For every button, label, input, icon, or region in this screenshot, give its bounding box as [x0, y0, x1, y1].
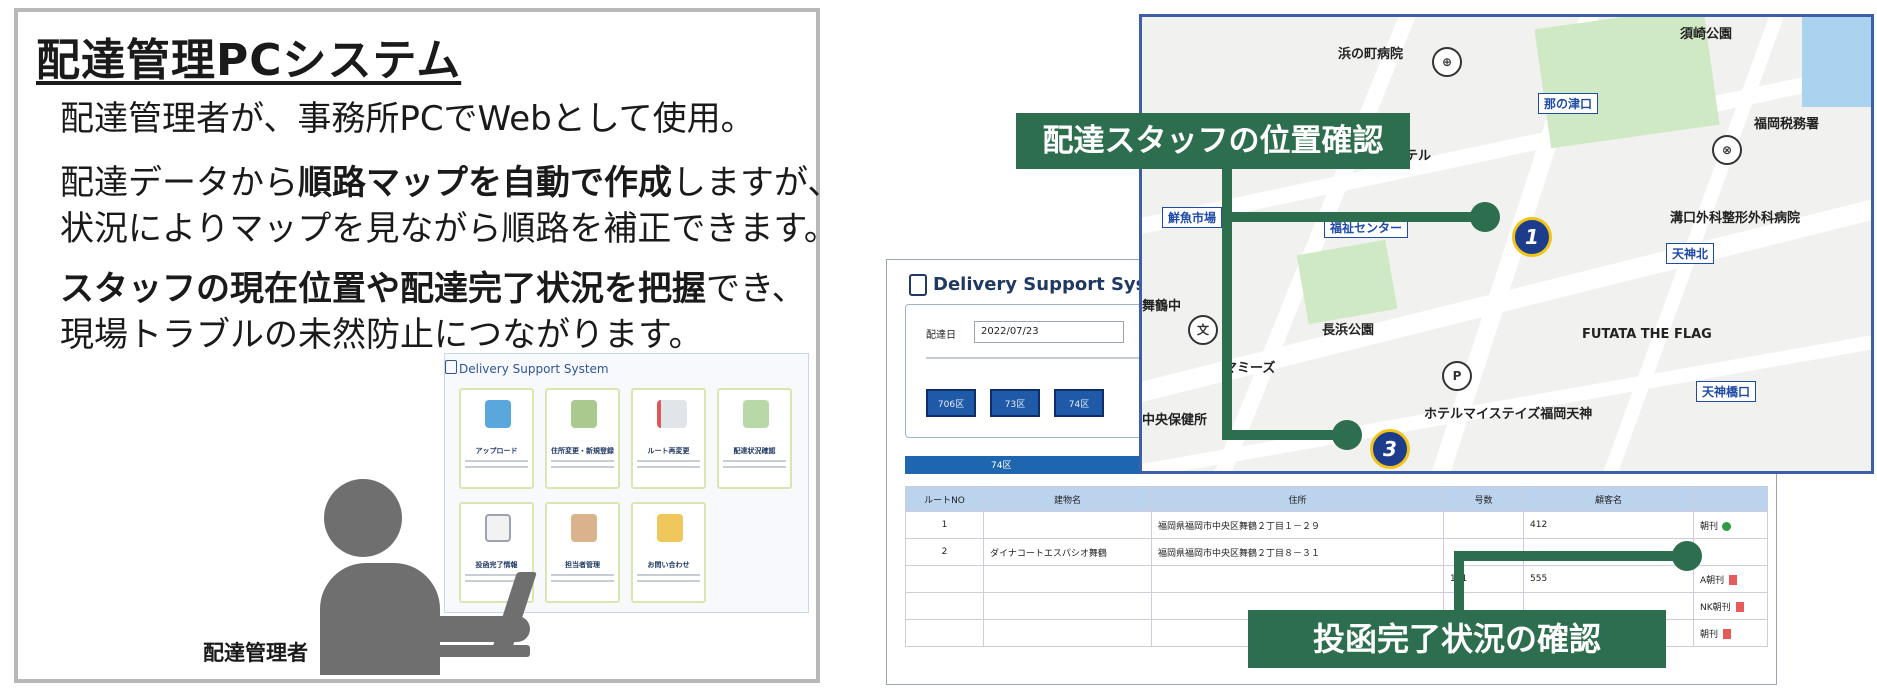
route-button-73[interactable]: 73区 — [990, 389, 1040, 417]
para-staff-1: スタッフの現在位置や配達完了状況を把握でき、 — [60, 269, 806, 309]
map-label: 福岡税務署 — [1754, 117, 1820, 132]
route-flag-icon — [657, 400, 687, 428]
table-row[interactable]: 1 福岡県福岡市中央区舞鶴２丁目１－２９ 412 朝刊 — [905, 511, 1768, 539]
table-header-row: ルートNO 建物名 住所 号数 顧客名 — [905, 486, 1768, 512]
staff-marker-3[interactable]: 3 — [1370, 429, 1410, 469]
map-label: 溝口外科整形外科病院 — [1670, 211, 1801, 226]
col-address: 住所 — [1151, 486, 1444, 512]
connector-dot — [1332, 420, 1362, 450]
map-label: 舞鶴中 — [1142, 299, 1182, 314]
col-route-no: ルートNO — [905, 486, 984, 512]
map-label: 須崎公園 — [1680, 27, 1733, 42]
col-status — [1693, 486, 1768, 512]
map-station-label: 那の津口 — [1538, 93, 1599, 114]
left-title: 配達管理PCシステム — [36, 35, 462, 86]
date-label: 配達日 — [926, 330, 956, 341]
date-input[interactable]: 2022/07/23 — [974, 321, 1124, 343]
parking-icon: P — [1442, 361, 1472, 391]
map-label: 長浜公園 — [1322, 323, 1375, 338]
callout-delivery-status: 投函完了状況の確認 — [1248, 610, 1666, 668]
tile-upload[interactable]: アップロード — [459, 388, 534, 489]
table-row[interactable]: 101 555 A朝刊 — [905, 565, 1768, 593]
para-usage: 配達管理者が、事務所PCでWebとして使用。 — [60, 99, 755, 139]
mini-app-title: Delivery Support System — [459, 362, 609, 376]
tile-contact[interactable]: お問い合わせ — [631, 502, 706, 603]
para-route-map-2: 状況によりマップを見ながら順路を補正できます。 — [60, 209, 838, 249]
col-building: 建物名 — [983, 486, 1152, 512]
staff-marker-1[interactable]: 1 — [1512, 217, 1552, 257]
person-label: 配達管理者 — [203, 641, 308, 665]
map-label: FUTATA THE FLAG — [1582, 327, 1712, 342]
col-customer: 顧客名 — [1523, 486, 1694, 512]
map-station-label: 天神北 — [1666, 243, 1715, 264]
cloud-upload-icon — [485, 400, 511, 428]
callout-connector — [1454, 551, 1686, 561]
tile-address[interactable]: 住所変更・新規登録 — [545, 388, 620, 489]
person-body-icon — [320, 563, 440, 675]
hourglass-icon — [1723, 629, 1732, 639]
school-icon: 文 — [1188, 315, 1218, 345]
para-route-map-1: 配達データから順路マップを自動で作成しますが、 — [60, 163, 842, 203]
laptop-base-icon — [434, 645, 530, 657]
person-head-icon — [324, 479, 402, 557]
map-label: ホテルマイステイズ福岡天神 — [1424, 407, 1593, 422]
park-icon: ⊕ — [1432, 47, 1462, 77]
police-icon: ⊗ — [1712, 135, 1742, 165]
tile-status[interactable]: 配達状況確認 — [717, 388, 792, 489]
mini-app-screenshot: Delivery Support System アップロード 住所変更・新規登録… — [444, 353, 809, 613]
callout-connector — [1222, 212, 1484, 222]
connector-dot — [1470, 202, 1500, 232]
para-staff-2: 現場トラブルの未然防止につながります。 — [60, 315, 703, 355]
app-logo-icon — [909, 274, 927, 296]
checklist-icon — [485, 514, 511, 542]
hourglass-icon — [1735, 602, 1744, 612]
connector-dot — [1672, 541, 1702, 571]
callout-staff-position: 配達スタッフの位置確認 — [1016, 113, 1410, 169]
mail-icon — [657, 514, 683, 542]
map-pin-icon — [571, 400, 597, 428]
callout-connector — [1222, 146, 1232, 436]
tile-staff[interactable]: 担当者管理 — [545, 502, 620, 603]
left-panel: 配達管理PCシステム 配達管理者が、事務所PCでWebとして使用。 配達データか… — [14, 8, 841, 683]
tile-route[interactable]: ルート再変更 — [631, 388, 706, 489]
map-label: 中央保健所 — [1142, 413, 1208, 428]
callout-connector — [1222, 430, 1344, 440]
delivery-map[interactable]: 浜の町病院 須崎公園 那の津口 福岡税務署 ホテル 鮮魚市場 福祉センター 溝口… — [1139, 14, 1874, 474]
route-button-74[interactable]: 74区 — [1054, 389, 1104, 417]
col-number: 号数 — [1443, 486, 1524, 512]
route-button-706[interactable]: 706区 — [926, 389, 976, 417]
check-icon — [1722, 521, 1732, 531]
map-station-label: 鮮魚市場 — [1162, 207, 1223, 228]
selected-route-label: 74区 — [991, 461, 1012, 471]
map-station-label: 天神橋口 — [1696, 381, 1757, 402]
hourglass-icon — [1729, 575, 1738, 585]
people-icon — [571, 514, 597, 542]
map-icon — [743, 400, 769, 428]
map-label: 浜の町病院 — [1338, 47, 1404, 62]
mini-app-logo-icon — [445, 360, 457, 374]
